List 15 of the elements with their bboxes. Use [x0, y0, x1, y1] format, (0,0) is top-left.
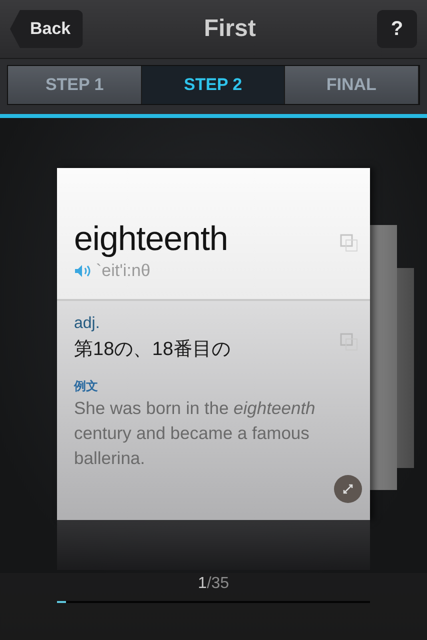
- copy-icon[interactable]: [340, 333, 358, 351]
- expand-icon[interactable]: [334, 475, 362, 503]
- card-counter: 1/35: [196, 575, 230, 593]
- pronunciation: `eit'i:nθ: [96, 261, 150, 281]
- part-of-speech: adj.: [74, 315, 101, 333]
- headword: eighteenth: [74, 220, 228, 259]
- example-label: 例文: [74, 378, 99, 395]
- copy-icon[interactable]: [340, 234, 358, 252]
- meaning-text: 第18の、18番目の: [74, 338, 230, 362]
- example-sentence: She was born in the eighteenth century and became a famous ballerina.: [74, 397, 316, 470]
- help-button[interactable]: ?: [377, 10, 417, 48]
- back-button[interactable]: Back: [10, 10, 83, 48]
- speaker-icon[interactable]: [74, 264, 92, 278]
- screen-title: First: [204, 15, 256, 43]
- step-tab[interactable]: STEP 2: [142, 66, 285, 104]
